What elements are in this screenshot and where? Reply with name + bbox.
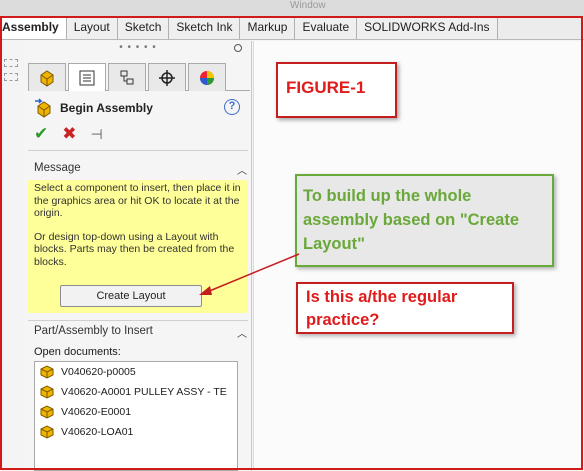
create-layout-button[interactable]: Create Layout [60,285,202,307]
message-section-header[interactable]: Message ︿ [34,162,248,180]
document-name: V40620-A0001 PULLEY ASSY - TE [61,386,227,398]
message-text-1: Select a component to insert, then place… [34,182,241,219]
assembly-doc-icon [40,405,54,419]
divider [28,150,248,151]
document-name: V40620-LOA01 [61,426,134,438]
green-callout: To build up the whole assembly based on … [295,174,554,267]
insert-section-header[interactable]: Part/Assembly to Insert ︿ [34,325,248,343]
list-item[interactable]: V040620-p0005 [35,362,237,382]
list-item[interactable]: V40620-A0001 PULLEY ASSY - TE [35,382,237,402]
divider [28,320,248,321]
list-item[interactable]: V40620-LOA01 [35,422,237,442]
insert-heading: Part/Assembly to Insert [34,325,153,337]
manager-icon-tabs [28,63,250,91]
red-callout: Is this a/the regular practice? [296,282,514,334]
cancel-x-icon[interactable]: ✖ [62,124,76,144]
pm-actions: ✔ ✖ ⊣ [34,124,103,144]
pm-header: Begin Assembly ? [34,98,244,120]
pushpin-icon[interactable]: ⊣ [91,126,103,143]
document-name: V040620-p0005 [61,366,136,378]
open-documents-list: V040620-p0005 V40620-A0001 PULLEY ASSY -… [34,361,238,471]
feature-manager-icon[interactable] [28,63,66,91]
message-heading: Message [34,162,81,174]
window-title: Window [290,0,326,11]
help-icon[interactable]: ? [224,99,240,115]
tab-sketch[interactable]: Sketch [117,16,170,39]
tab-assembly[interactable]: Assembly [0,16,67,39]
tab-solidworks-addins[interactable]: SOLIDWORKS Add-Ins [357,16,498,39]
assembly-doc-icon [40,385,54,399]
display-manager-icon[interactable] [188,63,226,91]
dimxpert-icon[interactable] [148,63,186,91]
tab-sketch-ink[interactable]: Sketch Ink [169,16,241,39]
tree-glyph-icon [4,59,18,67]
callout-arrow [199,253,300,295]
command-manager-tabs: Assembly Layout Sketch Sketch Ink Markup… [0,16,584,40]
assembly-doc-icon [40,425,54,439]
open-documents-label: Open documents: [34,346,121,358]
figure-label: FIGURE-1 [276,62,397,118]
property-manager-icon[interactable] [68,63,106,91]
tree-glyph-icon [4,73,18,81]
document-name: V40620-E0001 [61,406,132,418]
chevron-up-icon[interactable]: ︿ [236,325,248,340]
tab-markup[interactable]: Markup [240,16,296,39]
configuration-manager-icon[interactable] [108,63,146,91]
tab-layout[interactable]: Layout [66,16,118,39]
window-titlebar: Window [0,0,584,16]
panel-grip[interactable]: • • • • • [24,41,252,57]
ok-check-icon[interactable]: ✔ [34,124,48,144]
chevron-up-icon[interactable]: ︿ [236,162,248,177]
panel-pin-icon[interactable] [234,44,242,52]
page-title: Begin Assembly [60,101,153,115]
tab-evaluate[interactable]: Evaluate [295,16,358,39]
left-toolbar-strip [0,41,24,81]
list-item[interactable]: V40620-E0001 [35,402,237,422]
assembly-doc-icon [40,365,54,379]
begin-assembly-icon [35,98,51,118]
